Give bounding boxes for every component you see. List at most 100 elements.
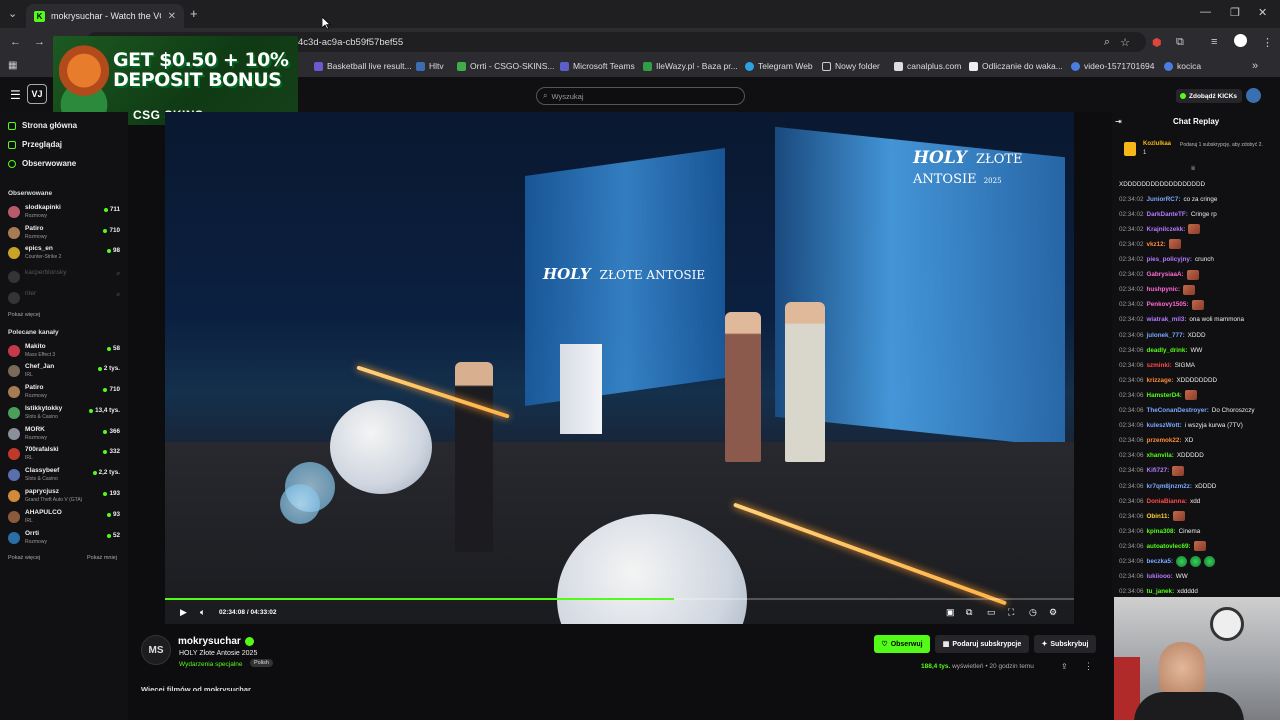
- bookmark-item[interactable]: Odliczanie do waka...: [969, 61, 1063, 71]
- recommended-channel[interactable]: Istikkytokky Slots & Casino 13,4 tys.: [8, 405, 120, 423]
- chat-username[interactable]: wiatrak_mil3:: [1147, 316, 1187, 323]
- browser-tab[interactable]: K mokrysuchar - Watch the VOD ✕: [26, 4, 184, 28]
- chat-username[interactable]: Kifi727:: [1147, 467, 1170, 474]
- recommended-channel[interactable]: MORK Rozmowy 366: [8, 426, 120, 444]
- show-less-recommended-link[interactable]: Pokaż mniej: [87, 555, 117, 561]
- recommended-channel[interactable]: Chef_Jan IRL 2 tys.: [8, 363, 120, 381]
- subscribe-button[interactable]: ✦ Subskrybuj: [1034, 635, 1096, 653]
- chat-username[interactable]: JuniorRC7:: [1147, 196, 1181, 203]
- recommended-channel[interactable]: Patiro Rozmowy 710: [8, 384, 120, 402]
- bookmark-item[interactable]: Hltv: [416, 61, 444, 71]
- forward-icon[interactable]: →: [34, 36, 45, 48]
- chat-username[interactable]: deadly_drink:: [1147, 347, 1188, 354]
- get-kicks-button[interactable]: Zdobądź KICKs: [1176, 89, 1242, 103]
- miniplayer-icon[interactable]: ⧉: [966, 607, 972, 618]
- extension-icon[interactable]: ⬢: [1152, 36, 1162, 49]
- clip-icon[interactable]: ▣: [946, 607, 955, 618]
- bookmarks-overflow-icon[interactable]: »: [1252, 60, 1258, 72]
- search-input[interactable]: ⌕ Wyszukaj: [536, 87, 745, 105]
- show-more-followed-link[interactable]: Pokaż więcej: [8, 312, 40, 318]
- filter-icon[interactable]: ⩸: [1191, 165, 1195, 173]
- gift-subscription-button[interactable]: ▦ Podaruj subskrypcje: [935, 635, 1029, 653]
- chat-username[interactable]: Krajnilczekk:: [1147, 226, 1186, 233]
- bookmark-star-icon[interactable]: ☆: [1120, 36, 1130, 49]
- recommended-channel[interactable]: AHAPULCO IRL 93: [8, 509, 120, 527]
- play-icon[interactable]: ▶: [180, 607, 187, 618]
- bookmark-item[interactable]: video-1571701694: [1071, 61, 1154, 71]
- site-logo[interactable]: VJ: [27, 84, 47, 104]
- video-player[interactable]: HOLY ZŁOTE ANTOSIE HOLY ZŁOTE ANTOSIE 20…: [165, 112, 1074, 624]
- playback-speed-icon[interactable]: ◷: [1029, 607, 1037, 618]
- bookmark-item[interactable]: Basketball live result...: [314, 61, 412, 71]
- followed-channel[interactable]: Patiro Rozmowy 710: [8, 225, 120, 243]
- chat-username[interactable]: vkz12:: [1147, 241, 1166, 248]
- window-close-icon[interactable]: ✕: [1258, 6, 1267, 19]
- nav-browse[interactable]: Przeglądaj: [8, 140, 62, 149]
- recommended-channel[interactable]: Makito Mass Effect 3 58: [8, 343, 120, 361]
- followed-channel[interactable]: slodkapinki Rozmowy 711: [8, 204, 120, 222]
- channel-name-link[interactable]: mokrysuchar: [178, 636, 254, 647]
- chat-username[interactable]: beczka5:: [1147, 558, 1174, 565]
- chat-username[interactable]: Obin11:: [1147, 513, 1170, 520]
- recommended-channel[interactable]: paprycjusz Grand Theft Auto V (GTA) 193: [8, 488, 120, 506]
- followed-channel[interactable]: epics_en Counter-Strike 2 98: [8, 245, 120, 263]
- chat-username[interactable]: szminki:: [1147, 362, 1172, 369]
- bookmark-item[interactable]: kocica: [1164, 61, 1201, 71]
- chat-username[interactable]: krizzage:: [1147, 377, 1174, 384]
- media-controls-icon[interactable]: ≡: [1211, 36, 1217, 48]
- chat-username[interactable]: kuleszWott:: [1147, 422, 1182, 429]
- collapse-chat-icon[interactable]: ⇥: [1115, 117, 1122, 126]
- fullscreen-icon[interactable]: ⛶: [1008, 607, 1014, 618]
- chat-username[interactable]: xhanvila:: [1147, 452, 1174, 459]
- show-more-recommended-link[interactable]: Pokaż więcej: [8, 555, 40, 561]
- user-avatar[interactable]: [1246, 88, 1261, 103]
- browser-menu-icon[interactable]: ⋮: [1262, 36, 1273, 49]
- chat-username[interactable]: DarkDanteTF:: [1147, 211, 1188, 218]
- recommended-channel[interactable]: Orrti Rozmowy 52: [8, 530, 120, 548]
- chat-username[interactable]: HamsterD4:: [1147, 392, 1182, 399]
- chat-username[interactable]: tu_janek:: [1147, 588, 1175, 595]
- profile-avatar[interactable]: [1234, 34, 1247, 47]
- followed-channel-offline[interactable]: riter ⌀: [8, 290, 120, 308]
- tab-close-icon[interactable]: ✕: [168, 11, 176, 22]
- settings-gear-icon[interactable]: ⚙: [1049, 607, 1057, 618]
- chat-username[interactable]: kpina308:: [1147, 528, 1176, 535]
- recommended-channel[interactable]: Classybeef Slots & Casino 2,2 tys.: [8, 467, 120, 485]
- maximize-icon[interactable]: ❐: [1230, 6, 1240, 19]
- nav-following[interactable]: Obserwowane: [8, 159, 76, 168]
- channel-avatar[interactable]: MS: [141, 635, 171, 665]
- progress-bar[interactable]: [165, 598, 1074, 600]
- tab-search-icon[interactable]: ⌄: [8, 7, 17, 20]
- volume-icon[interactable]: 🔈︎: [200, 607, 205, 618]
- new-tab-icon[interactable]: +: [190, 6, 198, 21]
- vod-category-link[interactable]: Wydarzenia specjalne: [179, 661, 243, 668]
- chat-username[interactable]: kr7qm8jnzm2z:: [1147, 483, 1193, 490]
- chat-username[interactable]: DoniaBianna:: [1147, 498, 1188, 505]
- chat-username[interactable]: pies_policyjny:: [1147, 256, 1193, 263]
- bookmark-item[interactable]: canalplus.com: [894, 61, 961, 71]
- chat-username[interactable]: hushpynic:: [1147, 286, 1181, 293]
- chat-username[interactable]: Penkovy1505:: [1147, 301, 1189, 308]
- share-icon[interactable]: ⇪: [1061, 662, 1068, 671]
- chat-username[interactable]: lukiiooo:: [1147, 573, 1173, 580]
- recommended-channel[interactable]: 700rafalski IRL 332: [8, 446, 120, 464]
- bookmark-item[interactable]: IleWazy.pl - Baza pr...: [643, 61, 738, 71]
- chat-username[interactable]: GabrysiaaA:: [1147, 271, 1184, 278]
- pinned-gift-banner[interactable]: Kozlulkaa 1 Podaruj 1 subskrypcję, aby z…: [1124, 140, 1272, 160]
- more-options-icon[interactable]: ⋮: [1084, 661, 1093, 672]
- bookmark-item[interactable]: Orrti - CSGO-SKINS...: [457, 61, 555, 71]
- back-icon[interactable]: ←: [10, 36, 21, 48]
- nav-home[interactable]: Strona główna: [8, 121, 77, 130]
- bookmark-item[interactable]: Nowy folder: [822, 61, 880, 71]
- extensions-puzzle-icon[interactable]: ⧉: [1176, 36, 1184, 49]
- language-tag[interactable]: Polish: [250, 659, 273, 667]
- chat-username[interactable]: autoatovlec69:: [1147, 543, 1191, 550]
- theater-mode-icon[interactable]: ▭: [987, 607, 996, 618]
- followed-channel-offline[interactable]: kacperblonsky ⌀: [8, 269, 120, 287]
- zoom-icon[interactable]: ⌕: [1104, 36, 1110, 49]
- bookmark-item[interactable]: Microsoft Teams: [560, 61, 635, 71]
- apps-grid-icon[interactable]: ▦: [8, 60, 17, 71]
- follow-button[interactable]: ♡ Obserwuj: [874, 635, 930, 653]
- hamburger-menu-icon[interactable]: ☰: [10, 88, 21, 102]
- chat-username[interactable]: przemok22:: [1147, 437, 1182, 444]
